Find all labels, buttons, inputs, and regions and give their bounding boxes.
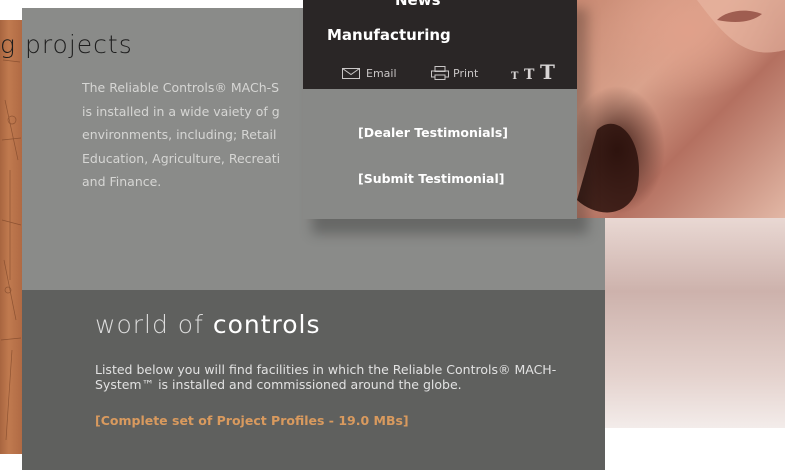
intro-line: and Finance.	[82, 174, 162, 189]
text-size-medium[interactable]: T	[524, 67, 534, 83]
print-icon[interactable]	[431, 66, 449, 80]
photo-bottom	[605, 428, 785, 470]
nav-item-manufacturing[interactable]: Manufacturing	[327, 26, 451, 44]
dealer-testimonials-link[interactable]: [Dealer Testimonials]	[358, 125, 508, 140]
world-heading: world of controls	[95, 310, 321, 339]
world-heading-light: world of	[95, 310, 204, 339]
email-link[interactable]: Email	[366, 67, 397, 80]
project-profiles-link[interactable]: [Complete set of Project Profiles - 19.0…	[95, 413, 409, 428]
intro-line: environments, including; Retail	[82, 127, 277, 142]
dropdown-menu-links	[303, 89, 577, 219]
intro-paragraph: The Reliable Controls® MACh-S is install…	[82, 76, 312, 236]
email-icon[interactable]	[342, 68, 360, 79]
print-link[interactable]: Print	[453, 67, 478, 80]
intro-line: The Reliable Controls® MACh-S	[82, 80, 280, 95]
hero-photo	[577, 0, 785, 218]
top-strip	[0, 0, 303, 8]
nav-item-news[interactable]: News	[395, 0, 441, 9]
intro-line: Education, Agriculture, Recreati	[82, 150, 281, 166]
world-heading-emph: controls	[212, 310, 321, 339]
world-description: Listed below you will find facilities in…	[95, 362, 557, 392]
blueprint-image	[0, 20, 22, 454]
intro-line: is installed in a wide vaiety of g	[82, 103, 280, 119]
text-size-control[interactable]: T T T	[511, 60, 555, 84]
text-size-large[interactable]: T	[540, 60, 555, 84]
text-size-small[interactable]: T	[511, 71, 518, 82]
section-heading: g projects	[0, 30, 133, 59]
submit-testimonial-link[interactable]: [Submit Testimonial]	[358, 171, 504, 186]
photo-fade	[605, 218, 785, 428]
